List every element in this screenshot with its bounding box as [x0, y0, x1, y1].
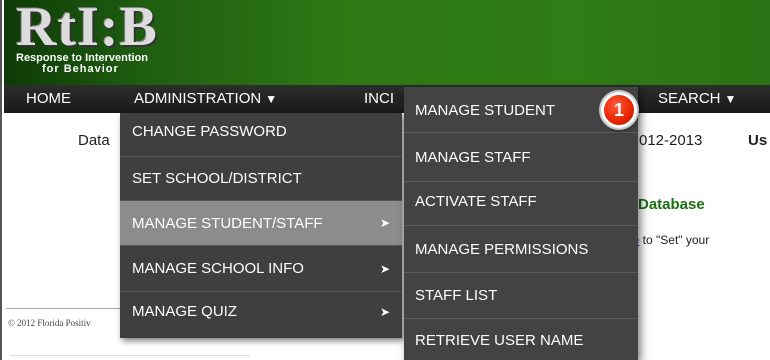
submenu-item-manage-staff[interactable]: MANAGE STAFF — [404, 133, 638, 182]
nav-search-label: SEARCH — [658, 90, 721, 107]
administration-dropdown: CHANGE PASSWORD SET SCHOOL/DISTRICT MANA… — [120, 113, 402, 338]
database-heading: Database — [638, 196, 705, 213]
menu-item-label: MANAGE SCHOOL INFO — [132, 260, 304, 277]
nav-search[interactable]: SEARCH ▼ — [658, 85, 736, 113]
submenu-item-staff-list[interactable]: STAFF LIST — [404, 273, 638, 319]
submenu-item-retrieve-user-name[interactable]: RETRIEVE USER NAME — [404, 319, 638, 360]
header-banner: RtI:B Response to Intervention for Behav… — [4, 0, 770, 85]
school-year-partial: 012-2013 — [639, 132, 703, 149]
nav-home[interactable]: HOME — [26, 85, 71, 113]
chevron-down-icon: ▼ — [265, 92, 278, 106]
user-label-partial: Us — [748, 132, 768, 149]
menu-item-manage-student-staff[interactable]: MANAGE STUDENT/STAFF ➤ — [120, 201, 402, 246]
submenu-item-label: MANAGE PERMISSIONS — [415, 241, 589, 258]
page-frame: RtI:B Response to Intervention for Behav… — [0, 0, 770, 360]
menu-item-label: CHANGE PASSWORD — [132, 123, 287, 140]
main-nav-bar: HOME ADMINISTRATION ▼ INCI SEARCH ▼ — [4, 85, 770, 113]
submenu-item-label: ACTIVATE STAFF — [415, 193, 537, 210]
menu-item-change-password[interactable]: CHANGE PASSWORD — [120, 113, 402, 157]
submenu-item-label: RETRIEVE USER NAME — [415, 332, 584, 349]
menu-item-manage-school-info[interactable]: MANAGE SCHOOL INFO ➤ — [120, 246, 402, 292]
bottom-divider — [10, 355, 250, 356]
menu-item-manage-quiz[interactable]: MANAGE QUIZ ➤ — [120, 292, 402, 338]
menu-item-label: SET SCHOOL/DISTRICT — [132, 170, 302, 187]
nav-administration[interactable]: ADMINISTRATION ▼ — [134, 85, 277, 113]
set-here-text: to "Set" your — [639, 233, 710, 247]
submenu-arrow-icon: ➤ — [379, 305, 390, 319]
submenu-item-label: MANAGE STUDENT — [415, 102, 556, 119]
student-staff-submenu: MANAGE STUDENT MANAGE STAFF ACTIVATE STA… — [404, 87, 638, 360]
nav-incidents-label: INCI — [364, 90, 394, 107]
menu-item-label: MANAGE QUIZ — [132, 303, 238, 320]
menu-item-set-school-district[interactable]: SET SCHOOL/DISTRICT — [120, 157, 402, 201]
data-label-partial: Data — [78, 132, 110, 149]
submenu-item-activate-staff[interactable]: ACTIVATE STAFF — [404, 182, 638, 226]
logo-main-text: RtI:B — [16, 0, 158, 58]
nav-incidents[interactable]: INCI — [364, 85, 394, 113]
submenu-item-manage-permissions[interactable]: MANAGE PERMISSIONS — [404, 226, 638, 273]
chevron-down-icon: ▼ — [724, 92, 737, 106]
submenu-arrow-icon: ➤ — [379, 262, 390, 276]
step-number-badge: 1 — [601, 92, 637, 128]
submenu-item-label: STAFF LIST — [415, 287, 498, 304]
nav-administration-label: ADMINISTRATION — [134, 90, 262, 107]
copyright-text: © 2012 Florida Positiv — [8, 318, 91, 328]
logo-subtitle-line2: for Behavior — [42, 63, 119, 75]
rtib-logo[interactable]: RtI:B Response to Intervention for Behav… — [8, 0, 184, 76]
nav-home-label: HOME — [26, 90, 71, 107]
submenu-item-label: MANAGE STAFF — [415, 149, 531, 166]
submenu-arrow-icon: ➤ — [379, 216, 390, 230]
footer-divider — [6, 308, 136, 309]
menu-item-label: MANAGE STUDENT/STAFF — [132, 215, 323, 232]
